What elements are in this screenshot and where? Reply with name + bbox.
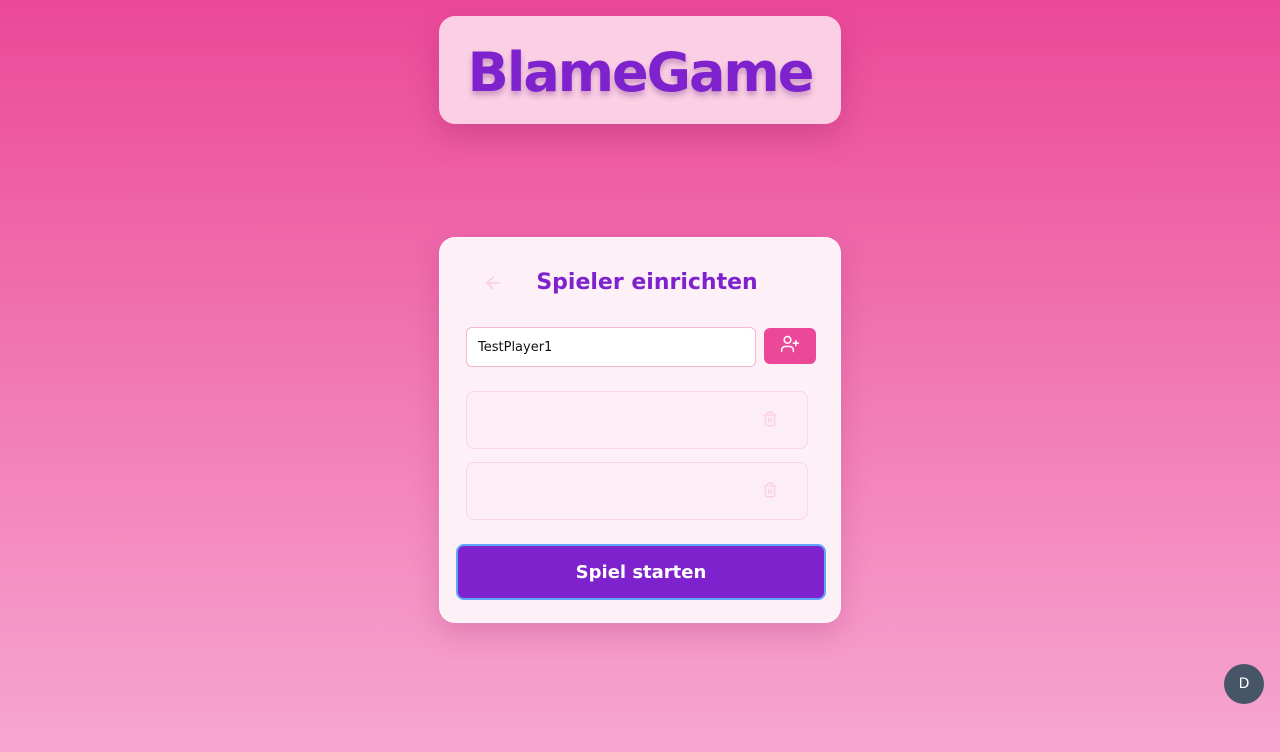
delete-player-button[interactable]	[761, 482, 779, 502]
trash-icon	[762, 481, 778, 503]
player-list-item	[466, 462, 808, 520]
logo-card: BlameGame	[439, 16, 841, 124]
start-game-button[interactable]: Spiel starten	[456, 544, 826, 600]
page-title: Spieler einrichten	[536, 270, 758, 295]
player-name-input[interactable]	[466, 327, 756, 367]
app-logo: BlameGame	[467, 40, 815, 104]
player-list-item	[466, 391, 808, 449]
player-setup-card: Spieler einrichten TestPlayer1 Spiel sta…	[439, 237, 841, 623]
trash-icon	[762, 410, 778, 432]
user-avatar[interactable]: D	[1224, 664, 1264, 704]
user-plus-icon	[780, 334, 800, 358]
add-player-button[interactable]	[764, 328, 816, 364]
delete-player-button[interactable]	[761, 411, 779, 431]
